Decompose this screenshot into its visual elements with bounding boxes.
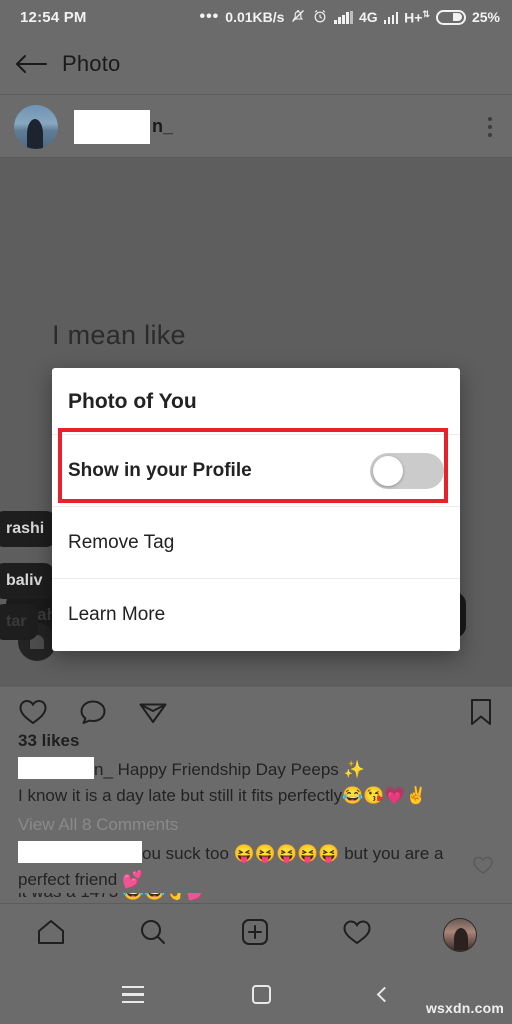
signal-bars-icon — [334, 10, 353, 24]
menu-lines-icon[interactable] — [122, 985, 144, 1004]
nav-add-icon[interactable] — [239, 917, 271, 952]
bookmark-icon[interactable] — [468, 697, 494, 727]
back-arrow-icon[interactable] — [0, 52, 62, 76]
bottom-nav-bar — [0, 903, 512, 965]
heart-icon[interactable] — [18, 698, 48, 726]
nav-profile-avatar-icon[interactable] — [443, 917, 477, 952]
alarm-clock-icon — [312, 8, 328, 27]
battery-percent-label: 25% — [471, 9, 500, 25]
status-bar: 12:54 PM ••• 0.01KB/s 4G H+⇅ 25% — [0, 0, 512, 34]
watermark: wsxdn.com — [425, 1000, 504, 1016]
more-dots-icon: ••• — [199, 8, 220, 25]
likes-count[interactable]: 33 likes — [18, 731, 79, 751]
view-all-comments-link[interactable]: View All 8 Comments — [18, 815, 178, 835]
avatar[interactable] — [14, 104, 58, 149]
nav-home-icon[interactable] — [35, 917, 67, 952]
post-caption: n_ Happy Friendship Day Peeps ✨ I know i… — [18, 757, 496, 809]
status-clock: 12:54 PM — [20, 8, 87, 26]
comment-like-heart-icon[interactable] — [472, 855, 494, 880]
nav-activity-icon[interactable] — [341, 917, 373, 952]
toggle-knob — [373, 455, 403, 486]
comment-text-1: ou suck too 😝😝😝😝😝 but you are — [142, 844, 430, 863]
app-bar: Photo — [0, 34, 512, 95]
caption-username-tail: n_ — [94, 760, 113, 779]
show-in-profile-toggle[interactable] — [370, 452, 444, 489]
post-action-bar — [0, 687, 512, 737]
dialog-row-label: Learn More — [68, 604, 166, 625]
redacted-username-block — [74, 109, 150, 144]
home-square-icon[interactable] — [252, 985, 271, 1004]
kebab-menu-icon[interactable] — [482, 109, 498, 145]
dialog-title: Photo of You — [52, 368, 460, 435]
photo-overlay-text: I mean like — [52, 320, 186, 350]
dialog-row-learn-more[interactable]: Learn More — [52, 579, 460, 651]
phone-screen: 12:54 PM ••• 0.01KB/s 4G H+⇅ 25% Photo n… — [0, 0, 512, 1024]
dialog-row-remove-tag[interactable]: Remove Tag — [52, 507, 460, 579]
network-type-2-label: H+⇅ — [404, 8, 430, 26]
redacted-comment-username — [18, 841, 142, 863]
dialog-row-label: Show in your Profile — [68, 459, 252, 481]
post-header: n_ — [0, 96, 512, 158]
post-username[interactable]: n_ — [74, 109, 174, 144]
username-tail: n_ — [152, 116, 174, 136]
caption-line-2: I know it is a day late but still it fit… — [18, 786, 427, 805]
redacted-caption-username — [18, 757, 94, 779]
back-chevron-icon[interactable] — [376, 986, 393, 1003]
photo-tag-bubble[interactable]: tar — [0, 604, 39, 640]
mute-bell-icon — [290, 8, 306, 27]
signal-bars-icon-2 — [383, 11, 399, 24]
page-title: Photo — [62, 51, 121, 76]
photo-of-you-dialog: Photo of You Show in your Profile Remove… — [52, 368, 460, 651]
status-right-cluster: ••• 0.01KB/s 4G H+⇅ 25% — [199, 8, 500, 27]
nav-search-icon[interactable] — [137, 917, 169, 952]
dialog-row-show-in-profile[interactable]: Show in your Profile — [52, 435, 460, 507]
photo-tag-bubble[interactable]: baliv — [0, 563, 55, 599]
photo-tag-bubble[interactable]: rashi — [0, 511, 57, 547]
comment-item: ou suck too 😝😝😝😝😝 but you are a perfect … — [18, 841, 448, 893]
share-paper-plane-icon[interactable] — [138, 698, 168, 726]
battery-icon — [435, 9, 466, 25]
caption-line-1: Happy Friendship Day Peeps ✨ — [117, 760, 365, 779]
network-type-label: 4G — [358, 9, 378, 25]
comment-bubble-icon[interactable] — [78, 698, 108, 726]
dialog-row-label: Remove Tag — [68, 531, 175, 553]
network-speed-label: 0.01KB/s — [225, 9, 285, 25]
